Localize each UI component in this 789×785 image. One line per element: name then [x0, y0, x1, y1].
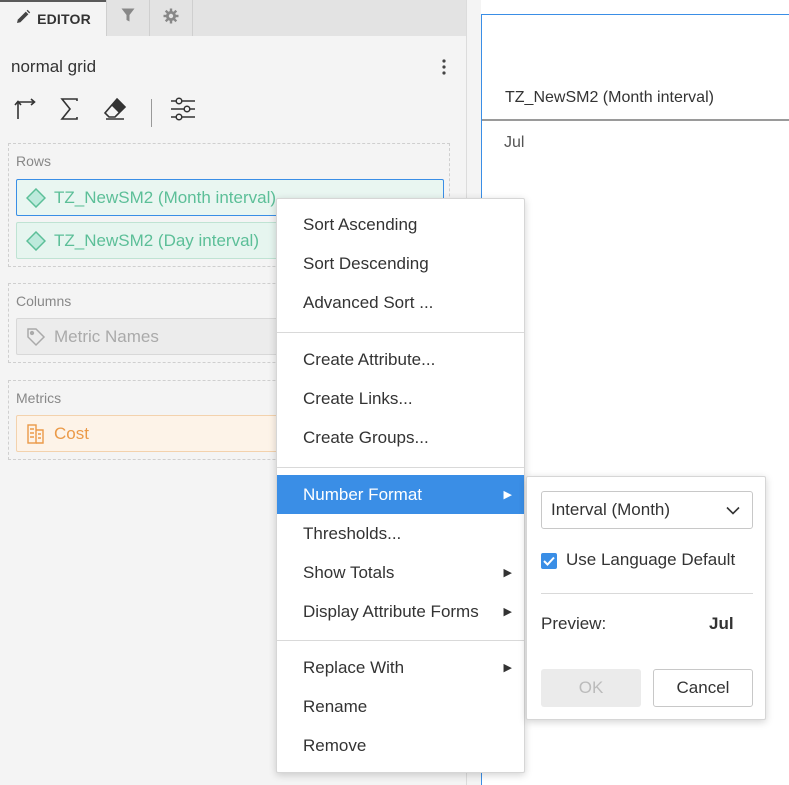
- menu-item-create-groups[interactable]: Create Groups...: [277, 418, 524, 457]
- tag-icon: [25, 326, 47, 348]
- rows-item-label: TZ_NewSM2 (Day interval): [54, 230, 259, 250]
- tab-editor-label: EDITOR: [37, 11, 91, 27]
- attribute-diamond-icon: [25, 187, 47, 209]
- context-menu: Sort Ascending Sort Descending Advanced …: [276, 198, 525, 773]
- rows-item-label: TZ_NewSM2 (Month interval): [54, 187, 277, 207]
- columns-zone-label: Columns: [16, 293, 72, 309]
- menu-item-label: Rename: [303, 696, 368, 716]
- more-options-button[interactable]: [436, 58, 452, 80]
- menu-item-label: Create Attribute...: [303, 349, 436, 369]
- menu-item-label: Create Links...: [303, 388, 413, 408]
- sigma-icon: [60, 97, 80, 125]
- tab-settings[interactable]: [149, 0, 193, 36]
- format-type-value: Interval (Month): [551, 500, 671, 519]
- number-format-submenu: Interval (Month) Use Language Default Pr…: [526, 476, 766, 720]
- menu-item-label: Thresholds...: [303, 523, 402, 543]
- pencil-icon: [15, 9, 31, 30]
- menu-item-label: Number Format: [303, 484, 423, 504]
- menu-item-replace-with[interactable]: Replace With ▶: [277, 648, 524, 687]
- menu-item-create-attribute[interactable]: Create Attribute...: [277, 340, 524, 379]
- grid-header-divider: [482, 119, 789, 121]
- menu-item-sort-ascending[interactable]: Sort Ascending: [277, 205, 524, 244]
- submenu-arrow-icon: ▶: [503, 662, 512, 674]
- menu-item-sort-descending[interactable]: Sort Descending: [277, 244, 524, 283]
- use-language-default-label[interactable]: Use Language Default: [566, 550, 735, 570]
- format-type-select[interactable]: Interval (Month): [541, 491, 753, 529]
- menu-item-label: Advanced Sort ...: [303, 292, 434, 312]
- cancel-button[interactable]: Cancel: [653, 669, 753, 707]
- menu-item-label: Sort Ascending: [303, 214, 418, 234]
- menu-item-show-totals[interactable]: Show Totals ▶: [277, 553, 524, 592]
- toolbar-divider: [151, 99, 152, 127]
- format-button[interactable]: [170, 96, 196, 126]
- ok-button[interactable]: OK: [541, 669, 641, 707]
- menu-item-number-format[interactable]: Number Format ▶: [277, 475, 524, 514]
- menu-item-label: Sort Descending: [303, 253, 429, 273]
- menu-item-label: Display Attribute Forms: [303, 601, 479, 621]
- metric-ruler-icon: [25, 423, 47, 445]
- grid-column-header[interactable]: TZ_NewSM2 (Month interval): [505, 89, 714, 107]
- totals-button[interactable]: [57, 97, 83, 125]
- menu-item-advanced-sort[interactable]: Advanced Sort ...: [277, 283, 524, 322]
- menu-item-label: Replace With: [303, 657, 405, 677]
- submenu-arrow-icon: ▶: [503, 567, 512, 579]
- attribute-diamond-icon: [25, 230, 47, 252]
- grid-cell[interactable]: Jul: [504, 134, 524, 152]
- menu-item-display-attribute-forms[interactable]: Display Attribute Forms ▶: [277, 592, 524, 631]
- menu-item-label: Show Totals: [303, 562, 395, 582]
- menu-separator: [277, 332, 524, 333]
- eraser-icon: [103, 97, 127, 126]
- gear-icon: [163, 8, 179, 29]
- swap-axes-icon: [14, 97, 38, 126]
- visualization-title: normal grid: [11, 57, 97, 76]
- menu-item-rename[interactable]: Rename: [277, 687, 524, 726]
- swap-axes-button[interactable]: [13, 97, 39, 126]
- tab-editor[interactable]: EDITOR: [0, 0, 106, 36]
- menu-separator: [277, 467, 524, 468]
- menu-separator: [277, 640, 524, 641]
- sliders-icon: [170, 96, 196, 126]
- filter-icon: [121, 8, 135, 28]
- submenu-arrow-icon: ▶: [503, 489, 512, 501]
- menu-item-label: Remove: [303, 735, 367, 755]
- rows-zone-label: Rows: [16, 153, 52, 169]
- menu-item-label: Create Groups...: [303, 427, 429, 447]
- columns-item-label: Metric Names: [54, 326, 159, 346]
- use-language-default-checkbox[interactable]: [541, 553, 557, 569]
- vertical-ellipsis-icon: [442, 58, 446, 80]
- tab-filter[interactable]: [106, 0, 149, 36]
- metrics-item-label: Cost: [54, 423, 89, 443]
- submenu-separator: [541, 593, 753, 594]
- menu-item-thresholds[interactable]: Thresholds...: [277, 514, 524, 553]
- menu-item-create-links[interactable]: Create Links...: [277, 379, 524, 418]
- editor-tabbar: EDITOR: [0, 0, 466, 36]
- chevron-down-icon: [726, 492, 740, 528]
- preview-label: Preview:: [541, 614, 607, 633]
- metrics-zone-label: Metrics: [16, 390, 62, 406]
- preview-value: Jul: [709, 614, 734, 633]
- submenu-arrow-icon: ▶: [503, 606, 512, 618]
- menu-item-remove[interactable]: Remove: [277, 726, 524, 765]
- clear-button[interactable]: [102, 97, 128, 126]
